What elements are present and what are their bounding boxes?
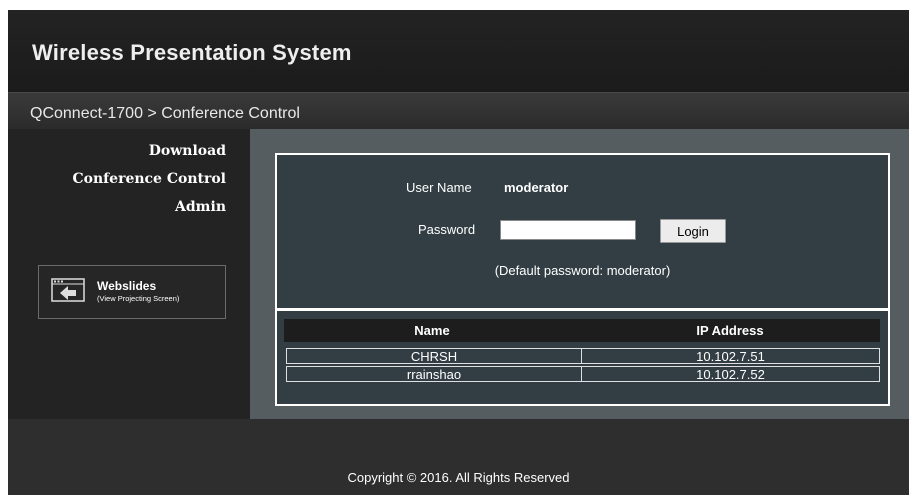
sidebar-item-conference-control[interactable]: Conference Control xyxy=(72,171,226,187)
column-header-name: Name xyxy=(414,323,450,338)
user-name-label: User Name xyxy=(406,180,472,195)
app-window: Wireless Presentation System QConnect-17… xyxy=(8,10,909,495)
cell-name: rrainshao xyxy=(406,367,462,382)
login-panel: User Name moderator Password Login (Defa… xyxy=(275,153,890,310)
password-label: Password xyxy=(418,222,476,237)
webslides-title: Webslides xyxy=(97,279,157,293)
footer: Copyright © 2016. All Rights Reserved xyxy=(8,419,909,495)
cell-name: CHRSH xyxy=(410,349,458,364)
header: Wireless Presentation System xyxy=(8,10,909,92)
column-header-ip-address: IP Address xyxy=(696,323,764,338)
password-field[interactable] xyxy=(500,220,636,240)
projector-screen-icon xyxy=(51,278,85,302)
login-button[interactable]: Login xyxy=(660,219,726,243)
user-name-value: moderator xyxy=(504,180,569,195)
cell-ip-address: 10.102.7.52 xyxy=(696,367,765,382)
webslides-button[interactable]: Webslides (View Projecting Screen) xyxy=(38,265,226,319)
default-password-hint: (Default password: moderator) xyxy=(494,263,671,278)
breadcrumb-bar: QConnect-1700 > Conference Control xyxy=(8,92,909,129)
table-row[interactable]: rrainshao 10.102.7.52 xyxy=(286,366,880,382)
table-row[interactable]: CHRSH 10.102.7.51 xyxy=(286,348,880,364)
sidebar: Download Conference Control Admin Websli… xyxy=(8,129,250,419)
copyright-text: Copyright © 2016. All Rights Reserved xyxy=(347,470,570,485)
table-header: Name IP Address xyxy=(284,319,880,342)
sidebar-item-download[interactable]: Download xyxy=(149,143,226,159)
sidebar-item-admin[interactable]: Admin xyxy=(175,199,226,215)
breadcrumb: QConnect-1700 > Conference Control xyxy=(30,105,300,122)
clients-table: Name IP Address CHRSH 10.102.7.51 rrains… xyxy=(275,309,890,406)
cell-ip-address: 10.102.7.51 xyxy=(696,349,765,364)
webslides-subtitle: (View Projecting Screen) xyxy=(97,294,180,303)
main-content: User Name moderator Password Login (Defa… xyxy=(250,129,909,419)
page-title: Wireless Presentation System xyxy=(32,40,352,65)
